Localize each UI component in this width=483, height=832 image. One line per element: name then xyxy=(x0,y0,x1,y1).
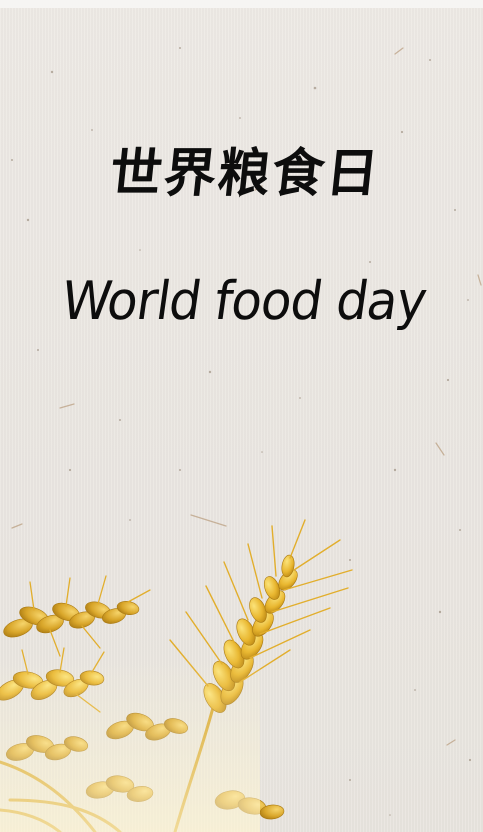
poster-screen: 世界粮食日 World food day xyxy=(0,0,483,832)
wheat-illustration xyxy=(0,519,353,832)
title-chinese: 世界粮食日 xyxy=(106,143,384,204)
title-english: World food day xyxy=(57,270,430,332)
wheat-ear-left-top xyxy=(3,575,151,657)
